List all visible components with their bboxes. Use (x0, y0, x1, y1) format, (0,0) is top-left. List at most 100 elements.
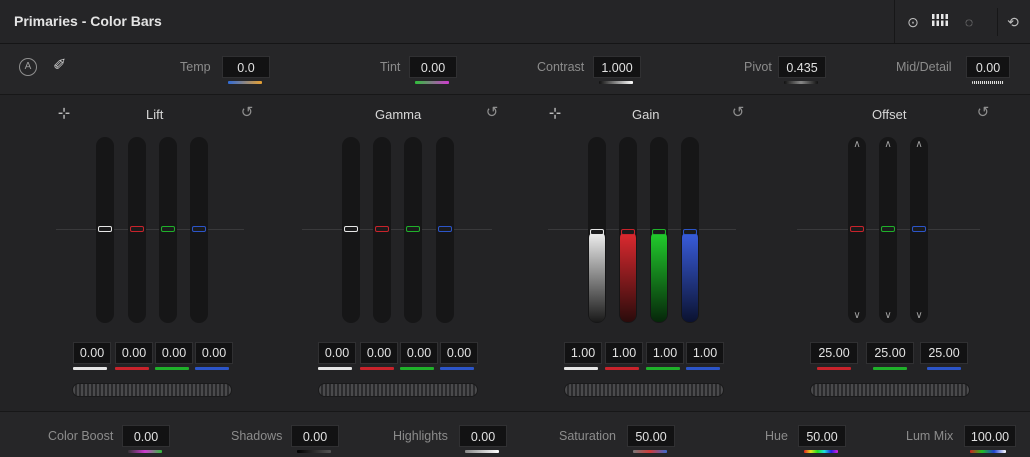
gamma-g-handle[interactable] (406, 226, 420, 232)
contrast-field[interactable]: 1.000 (593, 56, 641, 78)
lum-mix-field[interactable]: 100.00 (964, 425, 1016, 447)
lum-mix-label: Lum Mix (906, 429, 954, 443)
lift-g-value[interactable]: 0.00 (155, 342, 193, 364)
lift-r-handle[interactable] (130, 226, 144, 232)
shadows-field[interactable]: 0.00 (291, 425, 339, 447)
reset-all-icon[interactable]: ⟲ (1003, 12, 1023, 32)
offset-b-handle[interactable] (912, 226, 926, 232)
lift-r-value[interactable]: 0.00 (115, 342, 153, 364)
gamma-reset-icon[interactable]: ↺ (484, 105, 500, 121)
lift-master-jog[interactable] (72, 383, 232, 397)
gamma-g-slider[interactable] (404, 137, 422, 323)
color-wheels-icon[interactable]: ⊙ (903, 12, 923, 32)
gain-y-value[interactable]: 1.00 (564, 342, 602, 364)
offset-g-slider[interactable]: ∧ ∨ (879, 137, 897, 323)
gain-g-value[interactable]: 1.00 (646, 342, 684, 364)
gamma-r-handle[interactable] (375, 226, 389, 232)
mid-detail-label: Mid/Detail (896, 60, 952, 74)
gamma-b-value[interactable]: 0.00 (440, 342, 478, 364)
bars-icon[interactable] (930, 12, 950, 32)
gain-g-slider[interactable] (650, 137, 668, 323)
gain-y-slider[interactable] (588, 137, 606, 323)
gain-g-fill (651, 231, 667, 322)
color-boost-field[interactable]: 0.00 (122, 425, 170, 447)
lift-r-slider[interactable] (128, 137, 146, 323)
gain-r-value[interactable]: 1.00 (605, 342, 643, 364)
temp-field[interactable]: 0.0 (222, 56, 270, 78)
hue-field[interactable]: 50.00 (798, 425, 846, 447)
gamma-y-slider[interactable] (342, 137, 360, 323)
gain-center-line (548, 229, 736, 230)
lift-g-slider[interactable] (159, 137, 177, 323)
gain-r-slider[interactable] (619, 137, 637, 323)
gain-b-handle[interactable] (683, 229, 697, 235)
lift-title: Lift (146, 107, 164, 122)
offset-r-value[interactable]: 25.00 (810, 342, 858, 364)
gain-y-handle[interactable] (590, 229, 604, 235)
offset-r-slider[interactable]: ∧ ∨ (848, 137, 866, 323)
offset-reset-icon[interactable]: ↺ (975, 105, 991, 121)
lift-reset-icon[interactable]: ↺ (239, 105, 255, 121)
white-balance-picker-icon[interactable]: ✐ (53, 56, 73, 76)
offset-g-down-icon[interactable]: ∨ (879, 310, 897, 321)
auto-balance-button[interactable]: A (19, 58, 37, 76)
gain-g-handle[interactable] (652, 229, 666, 235)
separator (997, 8, 998, 36)
lift-b-slider[interactable] (190, 137, 208, 323)
highlights-field[interactable]: 0.00 (459, 425, 507, 447)
offset-b-indicator (927, 367, 961, 370)
contrast-label: Contrast (537, 60, 585, 74)
gain-g-indicator (646, 367, 680, 370)
lift-b-handle[interactable] (192, 226, 206, 232)
pivot-field[interactable]: 0.435 (778, 56, 826, 78)
gain-reset-icon[interactable]: ↺ (730, 105, 746, 121)
lift-y-value[interactable]: 0.00 (73, 342, 111, 364)
gamma-title: Gamma (375, 107, 422, 122)
lift-b-value[interactable]: 0.00 (195, 342, 233, 364)
offset-r-handle[interactable] (850, 226, 864, 232)
offset-master-jog[interactable] (810, 383, 970, 397)
gamma-r-slider[interactable] (373, 137, 391, 323)
lift-g-indicator (155, 367, 189, 370)
gamma-b-handle[interactable] (438, 226, 452, 232)
gain-b-slider[interactable] (681, 137, 699, 323)
gamma-r-value[interactable]: 0.00 (360, 342, 398, 364)
offset-b-value[interactable]: 25.00 (920, 342, 968, 364)
gamma-b-indicator (440, 367, 474, 370)
tint-field[interactable]: 0.00 (409, 56, 457, 78)
gamma-y-value[interactable]: 0.00 (318, 342, 356, 364)
lift-y-slider[interactable] (96, 137, 114, 323)
gamma-y-indicator (318, 367, 352, 370)
offset-b-down-icon[interactable]: ∨ (910, 310, 928, 321)
offset-g-up-icon[interactable]: ∧ (879, 139, 897, 150)
lift-picker-icon[interactable]: ⊹ (55, 105, 73, 123)
offset-b-up-icon[interactable]: ∧ (910, 139, 928, 150)
panel-title: Primaries - Color Bars (14, 13, 162, 29)
lift-y-handle[interactable] (98, 226, 112, 232)
gain-picker-icon[interactable]: ⊹ (546, 105, 564, 123)
lift-y-indicator (73, 367, 107, 370)
lift-r-indicator (115, 367, 149, 370)
offset-r-up-icon[interactable]: ∧ (848, 139, 866, 150)
offset-r-down-icon[interactable]: ∨ (848, 310, 866, 321)
gamma-r-indicator (360, 367, 394, 370)
lift-g-handle[interactable] (161, 226, 175, 232)
log-wheels-icon[interactable]: ◌ (959, 12, 979, 32)
offset-g-handle[interactable] (881, 226, 895, 232)
gamma-master-jog[interactable] (318, 383, 478, 397)
gain-b-indicator (686, 367, 720, 370)
mid-detail-field[interactable]: 0.00 (966, 56, 1010, 78)
offset-g-value[interactable]: 25.00 (866, 342, 914, 364)
gain-r-handle[interactable] (621, 229, 635, 235)
gain-master-jog[interactable] (564, 383, 724, 397)
gain-y-fill (589, 231, 605, 322)
saturation-gradient (633, 450, 667, 453)
offset-b-slider[interactable]: ∧ ∨ (910, 137, 928, 323)
hue-label: Hue (765, 429, 788, 443)
gamma-b-slider[interactable] (436, 137, 454, 323)
gain-b-value[interactable]: 1.00 (686, 342, 724, 364)
gamma-g-value[interactable]: 0.00 (400, 342, 438, 364)
saturation-field[interactable]: 50.00 (627, 425, 675, 447)
tint-label: Tint (380, 60, 401, 74)
gamma-y-handle[interactable] (344, 226, 358, 232)
